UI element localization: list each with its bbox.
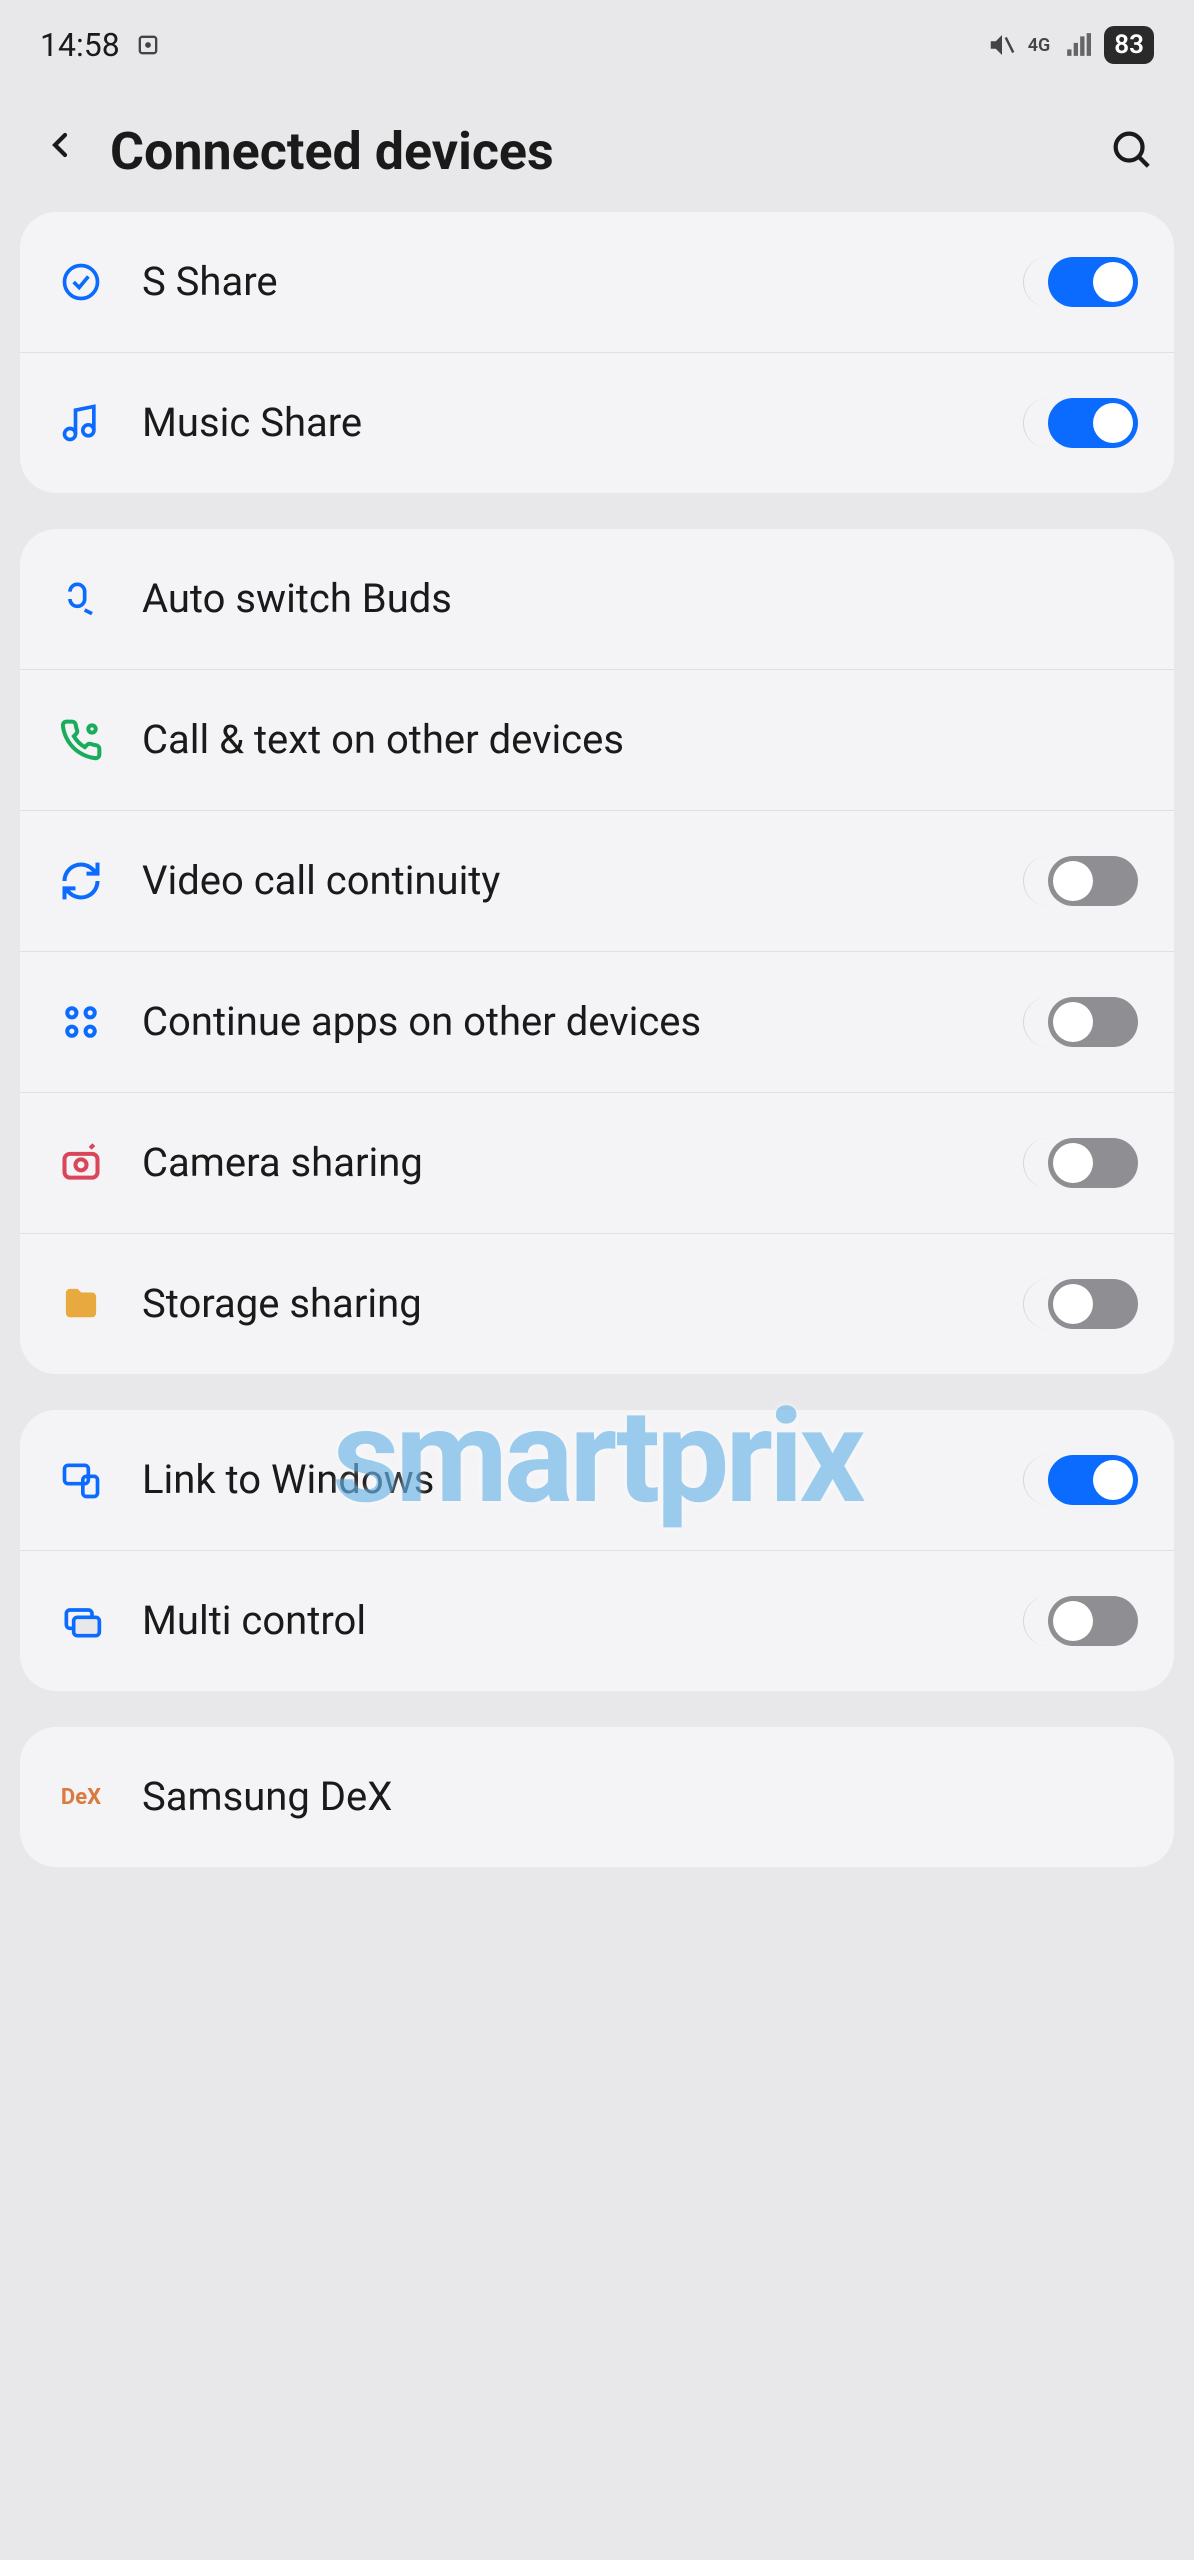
toggle-camera-sharing[interactable] bbox=[1023, 1138, 1138, 1188]
page-header: Connected devices bbox=[0, 80, 1194, 212]
status-left: 14:58 bbox=[40, 26, 164, 64]
toggle-video-call[interactable] bbox=[1023, 856, 1138, 906]
item-music-share[interactable]: Music Share bbox=[20, 353, 1174, 493]
item-label: Continue apps on other devices bbox=[142, 996, 979, 1048]
toggle-s-share[interactable] bbox=[1023, 257, 1138, 307]
item-samsung-dex[interactable]: DeX Samsung DeX bbox=[20, 1727, 1174, 1867]
mute-icon bbox=[986, 29, 1018, 61]
music-icon bbox=[56, 398, 106, 448]
rotate-icon bbox=[132, 29, 164, 61]
grid-icon bbox=[56, 997, 106, 1047]
toggle-link-windows[interactable] bbox=[1023, 1455, 1138, 1505]
item-label: Camera sharing bbox=[142, 1137, 979, 1189]
item-storage-sharing[interactable]: Storage sharing bbox=[20, 1234, 1174, 1374]
item-s-share[interactable]: S Share bbox=[20, 212, 1174, 353]
item-label: Link to Windows bbox=[142, 1454, 979, 1506]
dex-icon: DeX bbox=[56, 1772, 106, 1822]
camera-icon bbox=[56, 1138, 106, 1188]
item-label: Music Share bbox=[142, 397, 979, 449]
status-bar: 14:58 4G 83 bbox=[0, 0, 1194, 80]
signal-icon bbox=[1062, 29, 1094, 61]
status-right: 4G 83 bbox=[986, 26, 1154, 64]
item-label: Video call continuity bbox=[142, 855, 979, 907]
item-camera-sharing[interactable]: Camera sharing bbox=[20, 1093, 1174, 1234]
item-label: Multi control bbox=[142, 1595, 979, 1647]
toggle-multi-control[interactable] bbox=[1023, 1596, 1138, 1646]
multi-icon bbox=[56, 1596, 106, 1646]
section-continuity: Auto switch Buds Call & text on other de… bbox=[20, 529, 1174, 1374]
item-multi-control[interactable]: Multi control bbox=[20, 1551, 1174, 1691]
item-label: Storage sharing bbox=[142, 1278, 979, 1330]
item-auto-switch-buds[interactable]: Auto switch Buds bbox=[20, 529, 1174, 670]
battery-badge: 83 bbox=[1104, 26, 1154, 64]
folder-icon bbox=[56, 1279, 106, 1329]
s-share-icon bbox=[56, 257, 106, 307]
back-button[interactable] bbox=[40, 120, 80, 182]
toggle-continue-apps[interactable] bbox=[1023, 997, 1138, 1047]
item-continue-apps[interactable]: Continue apps on other devices bbox=[20, 952, 1174, 1093]
item-label: Samsung DeX bbox=[142, 1771, 1138, 1823]
section-dex: DeX Samsung DeX bbox=[20, 1727, 1174, 1867]
toggle-storage-sharing[interactable] bbox=[1023, 1279, 1138, 1329]
search-button[interactable] bbox=[1108, 126, 1154, 176]
phone-icon bbox=[56, 715, 106, 765]
item-call-text[interactable]: Call & text on other devices bbox=[20, 670, 1174, 811]
item-label: Auto switch Buds bbox=[142, 573, 1138, 625]
status-time: 14:58 bbox=[40, 26, 120, 64]
link-icon bbox=[56, 1455, 106, 1505]
section-link: Link to Windows Multi control bbox=[20, 1410, 1174, 1691]
item-video-call[interactable]: Video call continuity bbox=[20, 811, 1174, 952]
settings-list: S Share Music Share Auto switch Buds Cal… bbox=[0, 212, 1194, 1867]
page-title: Connected devices bbox=[110, 121, 1078, 182]
toggle-music-share[interactable] bbox=[1023, 398, 1138, 448]
item-link-windows[interactable]: Link to Windows bbox=[20, 1410, 1174, 1551]
item-label: Call & text on other devices bbox=[142, 714, 1138, 766]
section-sharing: S Share Music Share bbox=[20, 212, 1174, 493]
sync-icon bbox=[56, 856, 106, 906]
buds-icon bbox=[56, 574, 106, 624]
item-label: S Share bbox=[142, 256, 979, 308]
network-label: 4G bbox=[1028, 35, 1051, 56]
